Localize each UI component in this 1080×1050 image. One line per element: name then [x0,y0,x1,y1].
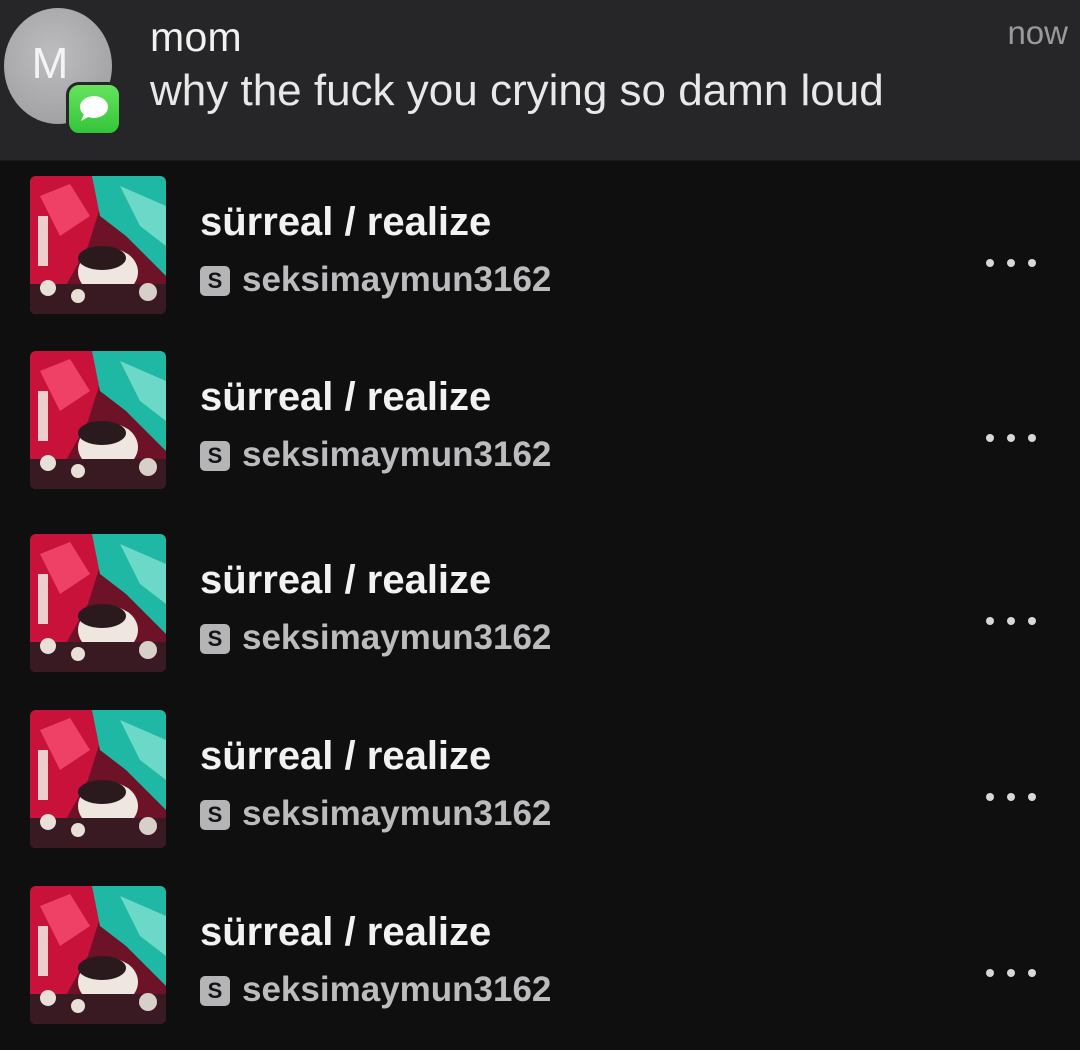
source-badge: S [200,976,230,1006]
track-row[interactable]: sürreal / realize Sseksimaymun3162 [0,710,1080,870]
track-title: sürreal / realize [200,200,492,244]
message-notification[interactable]: M mom why the fuck you crying so damn lo… [0,0,1080,161]
album-cover [30,176,166,314]
album-cover [30,886,166,1024]
more-options-icon[interactable] [986,431,1036,445]
track-row[interactable]: sürreal / realize Sseksimaymun3162 [0,886,1080,1046]
track-title: sürreal / realize [200,910,492,954]
album-cover [30,534,166,672]
track-meta: Sseksimaymun3162 [200,618,551,657]
track-title: sürreal / realize [200,375,492,419]
album-cover [30,351,166,489]
album-cover [30,710,166,848]
notification-message: why the fuck you crying so damn loud [150,66,884,115]
track-meta: Sseksimaymun3162 [200,260,551,299]
track-artist: seksimaymun3162 [242,618,552,657]
track-title: sürreal / realize [200,734,492,778]
track-artist: seksimaymun3162 [242,970,552,1009]
source-badge: S [200,441,230,471]
source-badge: S [200,800,230,830]
track-meta: Sseksimaymun3162 [200,794,551,833]
more-options-icon[interactable] [986,614,1036,628]
track-row[interactable]: sürreal / realize Sseksimaymun3162 [0,534,1080,694]
source-badge: S [200,624,230,654]
messages-icon [66,82,122,136]
track-artist: seksimaymun3162 [242,435,552,474]
track-artist: seksimaymun3162 [242,260,552,299]
track-row[interactable]: sürreal / realize Sseksimaymun3162 [0,351,1080,511]
more-options-icon[interactable] [986,966,1036,980]
track-artist: seksimaymun3162 [242,794,552,833]
more-options-icon[interactable] [986,790,1036,804]
more-options-icon[interactable] [986,256,1036,270]
track-meta: Sseksimaymun3162 [200,970,551,1009]
track-meta: Sseksimaymun3162 [200,435,551,474]
track-row[interactable]: sürreal / realize Sseksimaymun3162 [0,176,1080,336]
track-title: sürreal / realize [200,558,492,602]
source-badge: S [200,266,230,296]
notification-time: now [1007,14,1068,51]
notification-sender: mom [150,14,243,60]
